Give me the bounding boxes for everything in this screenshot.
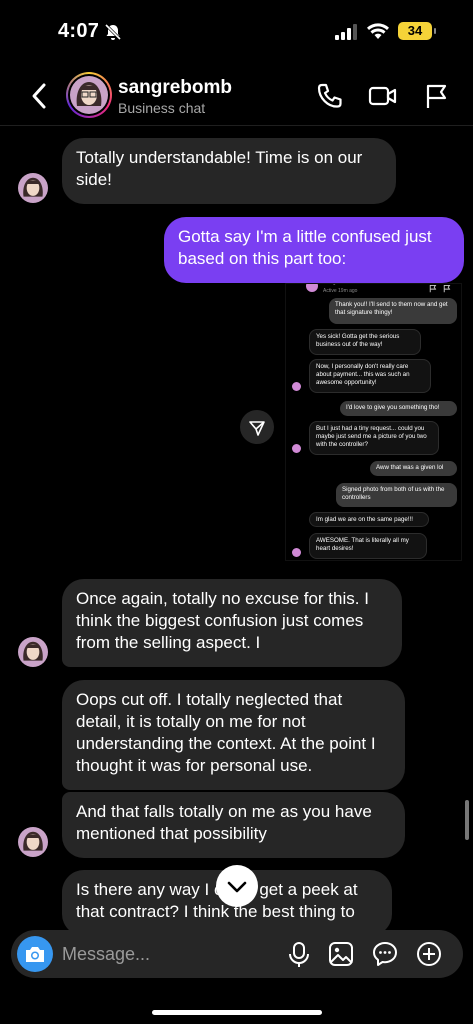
message-bubble-incoming[interactable]: Once again, totally no excuse for this. … xyxy=(62,579,402,667)
camera-icon xyxy=(26,947,44,962)
chevron-left-icon[interactable] xyxy=(28,82,50,110)
chat-header: sangrebomb Business chat xyxy=(0,66,473,126)
screenshot-message: Im glad we are on the same page!!! xyxy=(309,512,429,527)
profile-avatar[interactable] xyxy=(66,72,112,118)
sender-avatar[interactable] xyxy=(18,827,48,857)
image-icon[interactable] xyxy=(328,941,354,967)
battery-tip xyxy=(434,28,436,34)
bell-muted-icon xyxy=(104,23,122,41)
sender-avatar[interactable] xyxy=(18,637,48,667)
screenshot-message: I'd love to give you something tho! xyxy=(340,401,457,416)
wifi-icon xyxy=(367,23,389,39)
microphone-icon[interactable] xyxy=(287,941,311,969)
scrollbar[interactable] xyxy=(465,800,469,840)
screenshot-avatar xyxy=(292,444,301,453)
screenshot-message: AWESOME. That is literally all my heart … xyxy=(309,533,427,559)
screenshot-message: Thank you!! I'll send to them now and ge… xyxy=(329,298,457,324)
screenshot-message: Yes sick! Gotta get the serious business… xyxy=(309,329,421,355)
screenshot-header-status: Active 19m ago xyxy=(323,288,358,294)
status-time: 4:07 xyxy=(58,20,100,42)
message-bubble-incoming[interactable]: Totally understandable! Time is on our s… xyxy=(62,138,396,204)
phone-icon[interactable] xyxy=(316,82,344,110)
message-composer[interactable]: Message... xyxy=(11,930,463,978)
chat-username[interactable]: sangrebomb xyxy=(118,77,232,99)
scroll-to-bottom-button[interactable] xyxy=(216,865,258,907)
screenshot-avatar xyxy=(292,548,301,557)
screenshot-message: Signed photo from both of us with the co… xyxy=(336,483,457,507)
message-input[interactable]: Message... xyxy=(62,944,150,965)
chat-subtitle: Business chat xyxy=(118,100,206,116)
sender-avatar[interactable] xyxy=(18,173,48,203)
screenshot-avatar xyxy=(292,382,301,391)
flag-icon[interactable] xyxy=(424,82,450,110)
screenshot-message: Aww that was a given lol xyxy=(370,461,457,476)
message-bubble-incoming[interactable]: Oops cut off. I totally neglected that d… xyxy=(62,680,405,790)
cellular-signal-icon xyxy=(335,24,357,40)
video-camera-icon[interactable] xyxy=(368,82,398,110)
share-button[interactable] xyxy=(240,410,274,444)
chevron-down-icon xyxy=(227,881,247,893)
screenshot-message: Now, I personally don't really care abou… xyxy=(309,359,431,393)
screenshot-header-name: sangrebomb xyxy=(323,284,356,285)
shared-screenshot[interactable]: sangrebomb Active 19m ago Thank you!! I'… xyxy=(285,283,462,561)
screenshot-message: But I just had a tiny request... could y… xyxy=(309,421,439,455)
screenshot-flag-icon xyxy=(443,284,451,293)
screenshot-flag-icon xyxy=(429,284,437,293)
message-bubble-incoming[interactable]: And that falls totally on me as you have… xyxy=(62,792,405,858)
send-icon xyxy=(249,421,265,436)
camera-button[interactable] xyxy=(17,936,53,972)
home-indicator xyxy=(152,1010,322,1015)
battery-indicator: 34 xyxy=(398,22,432,40)
screenshot-header-avatar xyxy=(306,284,318,292)
message-bubble-outgoing[interactable]: Gotta say I'm a little confused just bas… xyxy=(164,217,464,283)
plus-circle-icon[interactable] xyxy=(416,941,442,967)
status-bar: 4:07 34 xyxy=(0,0,473,60)
chat-bubble-icon[interactable] xyxy=(372,941,398,967)
